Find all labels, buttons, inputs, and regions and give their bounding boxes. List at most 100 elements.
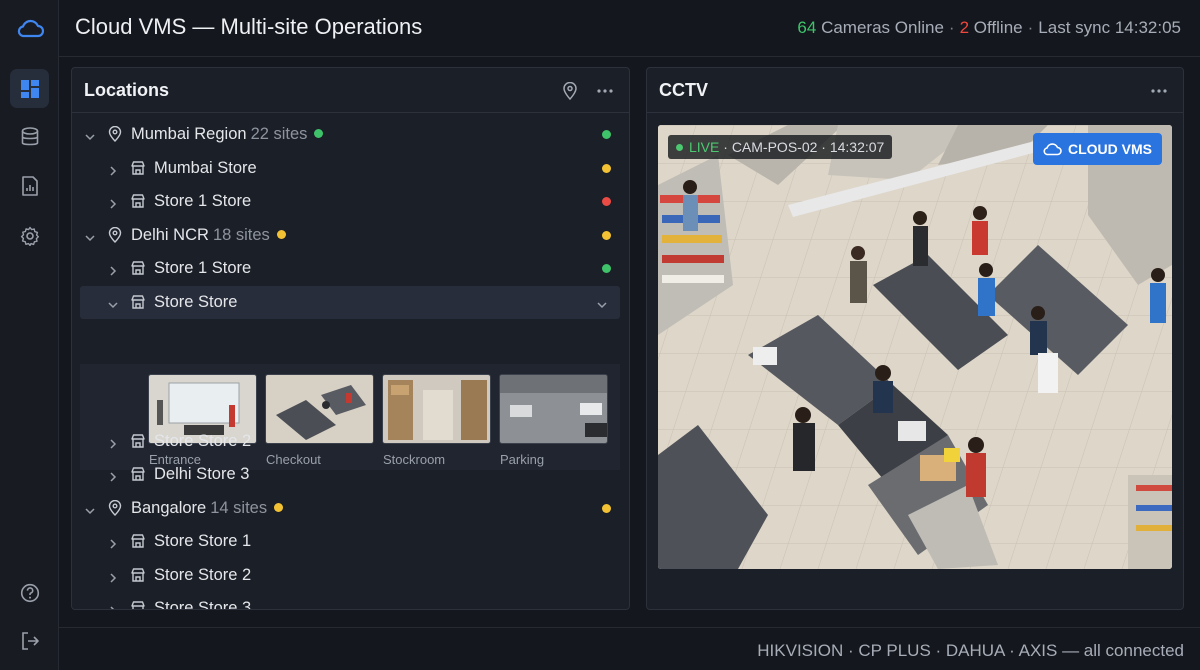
location-pin-icon	[107, 226, 123, 243]
region-status-dot	[274, 503, 284, 512]
chevron-right-icon[interactable]	[107, 536, 119, 549]
store-icon	[130, 160, 146, 176]
cctv-live-feed[interactable]: LIVE · CAM-POS-02 · 14:32:07 CLOUD VMS	[658, 125, 1172, 569]
chevron-down-icon[interactable]	[84, 503, 96, 515]
tree-store-row[interactable]: Store 1 Store	[72, 185, 629, 218]
chevron-down-icon[interactable]	[84, 129, 96, 141]
locations-panel-header: Locations	[72, 68, 629, 113]
status-dot	[602, 231, 611, 240]
map-pin-icon[interactable]	[560, 81, 580, 101]
page-title: Cloud VMS — Multi-site Operations	[75, 14, 423, 39]
status-dot	[602, 164, 611, 173]
vendor-status: HIKVISION · CP PLUS · DAHUA · AXIS — all…	[757, 641, 1184, 660]
tree-store-row[interactable]: Store Store 2	[72, 425, 629, 458]
cctv-panel: CCTV LIVE · CAM-POS-02 · 14:32:07 CLOUD …	[646, 67, 1184, 610]
tree-region-row[interactable]: Mumbai Region 22 sites	[72, 118, 629, 151]
tree-item-label: Store Store	[154, 293, 238, 311]
chevron-right-icon[interactable]	[107, 163, 119, 176]
tree-item-label: Store Store 3	[154, 599, 252, 609]
database-icon[interactable]	[10, 117, 49, 156]
tree-store-row[interactable]: Store Store 3	[72, 592, 629, 609]
tree-item-label: Mumbai Region	[131, 125, 247, 143]
tree-item-label: Store 1 Store	[154, 259, 252, 277]
tree-item-label: Mumbai Store	[154, 159, 257, 177]
brand-label: CLOUD VMS	[1068, 141, 1152, 157]
tree-item-label: Delhi Store 3	[154, 465, 250, 483]
tree-store-row[interactable]: Store Store	[80, 286, 620, 319]
site-count: 22 sites	[250, 125, 308, 143]
store-icon	[130, 567, 146, 583]
cctv-panel-header: CCTV	[647, 68, 1183, 113]
collapse-chevron-icon[interactable]	[596, 297, 608, 309]
cctv-title: CCTV	[659, 80, 708, 100]
footer-bar: HIKVISION · CP PLUS · DAHUA · AXIS — all…	[59, 627, 1200, 670]
store-icon	[130, 533, 146, 549]
chevron-right-icon[interactable]	[107, 196, 119, 209]
last-sync: Last sync 14:32:05	[1038, 18, 1181, 37]
site-count: 18 sites	[212, 226, 270, 244]
chevron-down-icon[interactable]	[107, 297, 119, 309]
live-dot	[676, 144, 683, 151]
tree-item-label: Store Store 2	[154, 432, 252, 450]
tree-item-label: Store Store 1	[154, 532, 252, 550]
dashboard-icon[interactable]	[10, 69, 49, 108]
more-options-icon[interactable]	[595, 81, 615, 101]
camera-id: CAM-POS-02	[731, 139, 818, 155]
cloud-vms-badge: CLOUD VMS	[1033, 133, 1162, 165]
live-label: LIVE	[689, 139, 720, 155]
tree-store-row[interactable]: Mumbai Store	[72, 152, 629, 185]
tree-store-row[interactable]: Delhi Store 3	[72, 458, 629, 491]
offline-count: 2	[959, 18, 970, 37]
site-count: 14 sites	[210, 499, 268, 517]
tree-region-row[interactable]: Delhi NCR 18 sites	[72, 219, 629, 252]
tree-item-label: Store 1 Store	[154, 192, 252, 210]
tree-store-row[interactable]: Store Store 2	[72, 559, 629, 592]
settings-icon[interactable]	[10, 216, 49, 255]
locations-title: Locations	[84, 80, 170, 100]
tree-store-row[interactable]: Store 1 Store	[72, 252, 629, 285]
online-label: Cameras Online	[821, 18, 944, 37]
chevron-right-icon[interactable]	[107, 436, 119, 449]
sidebar	[0, 0, 59, 670]
help-icon[interactable]	[10, 573, 49, 612]
store-icon	[130, 193, 146, 209]
live-indicator: LIVE · CAM-POS-02 · 14:32:07	[668, 135, 893, 159]
cloud-icon	[1043, 143, 1062, 156]
store-camera-image	[658, 125, 1172, 569]
location-pin-icon	[107, 499, 123, 516]
store-icon	[130, 433, 146, 449]
region-status-dot	[276, 230, 286, 239]
locations-panel: Locations Entrance Checkout Stockroom Parki…	[71, 67, 630, 610]
chevron-right-icon[interactable]	[107, 469, 119, 482]
store-icon	[130, 260, 146, 276]
store-icon	[130, 294, 146, 310]
tree-item-label: Store Store 2	[154, 566, 252, 584]
logout-icon[interactable]	[10, 621, 49, 660]
offline-label: Offline	[973, 18, 1023, 37]
chevron-right-icon[interactable]	[107, 263, 119, 276]
status-dot	[602, 130, 611, 139]
tree-store-row[interactable]: Store Store 1	[72, 525, 629, 558]
more-options-icon[interactable]	[1149, 81, 1169, 101]
reports-icon[interactable]	[10, 166, 49, 205]
region-status-dot	[314, 129, 324, 138]
status-dot	[602, 264, 611, 273]
feed-timestamp: 14:32:07	[829, 139, 885, 155]
chevron-down-icon[interactable]	[84, 230, 96, 242]
chevron-right-icon[interactable]	[107, 570, 119, 583]
tree-item-label: Bangalore	[131, 499, 207, 517]
camera-status-summary: 64 Cameras Online · 2 Offline · Last sync 14…	[797, 18, 1181, 37]
tree-region-row[interactable]: Bangalore 14 sites	[72, 492, 629, 525]
location-tree: Entrance Checkout Stockroom Parking Mumbai R…	[72, 114, 629, 609]
cloud-logo-icon	[10, 8, 49, 47]
online-count: 64	[797, 18, 817, 37]
store-icon	[130, 466, 146, 482]
top-header: Cloud VMS — Multi-site Operations 64 Cam…	[59, 0, 1200, 57]
status-dot	[602, 504, 611, 513]
location-pin-icon	[107, 125, 123, 142]
store-icon	[130, 600, 146, 609]
tree-item-label: Delhi NCR	[131, 226, 209, 244]
app-root: Cloud VMS — Multi-site Operations 64 Cam…	[0, 0, 1200, 670]
chevron-right-icon[interactable]	[107, 603, 119, 609]
status-dot	[602, 197, 611, 206]
